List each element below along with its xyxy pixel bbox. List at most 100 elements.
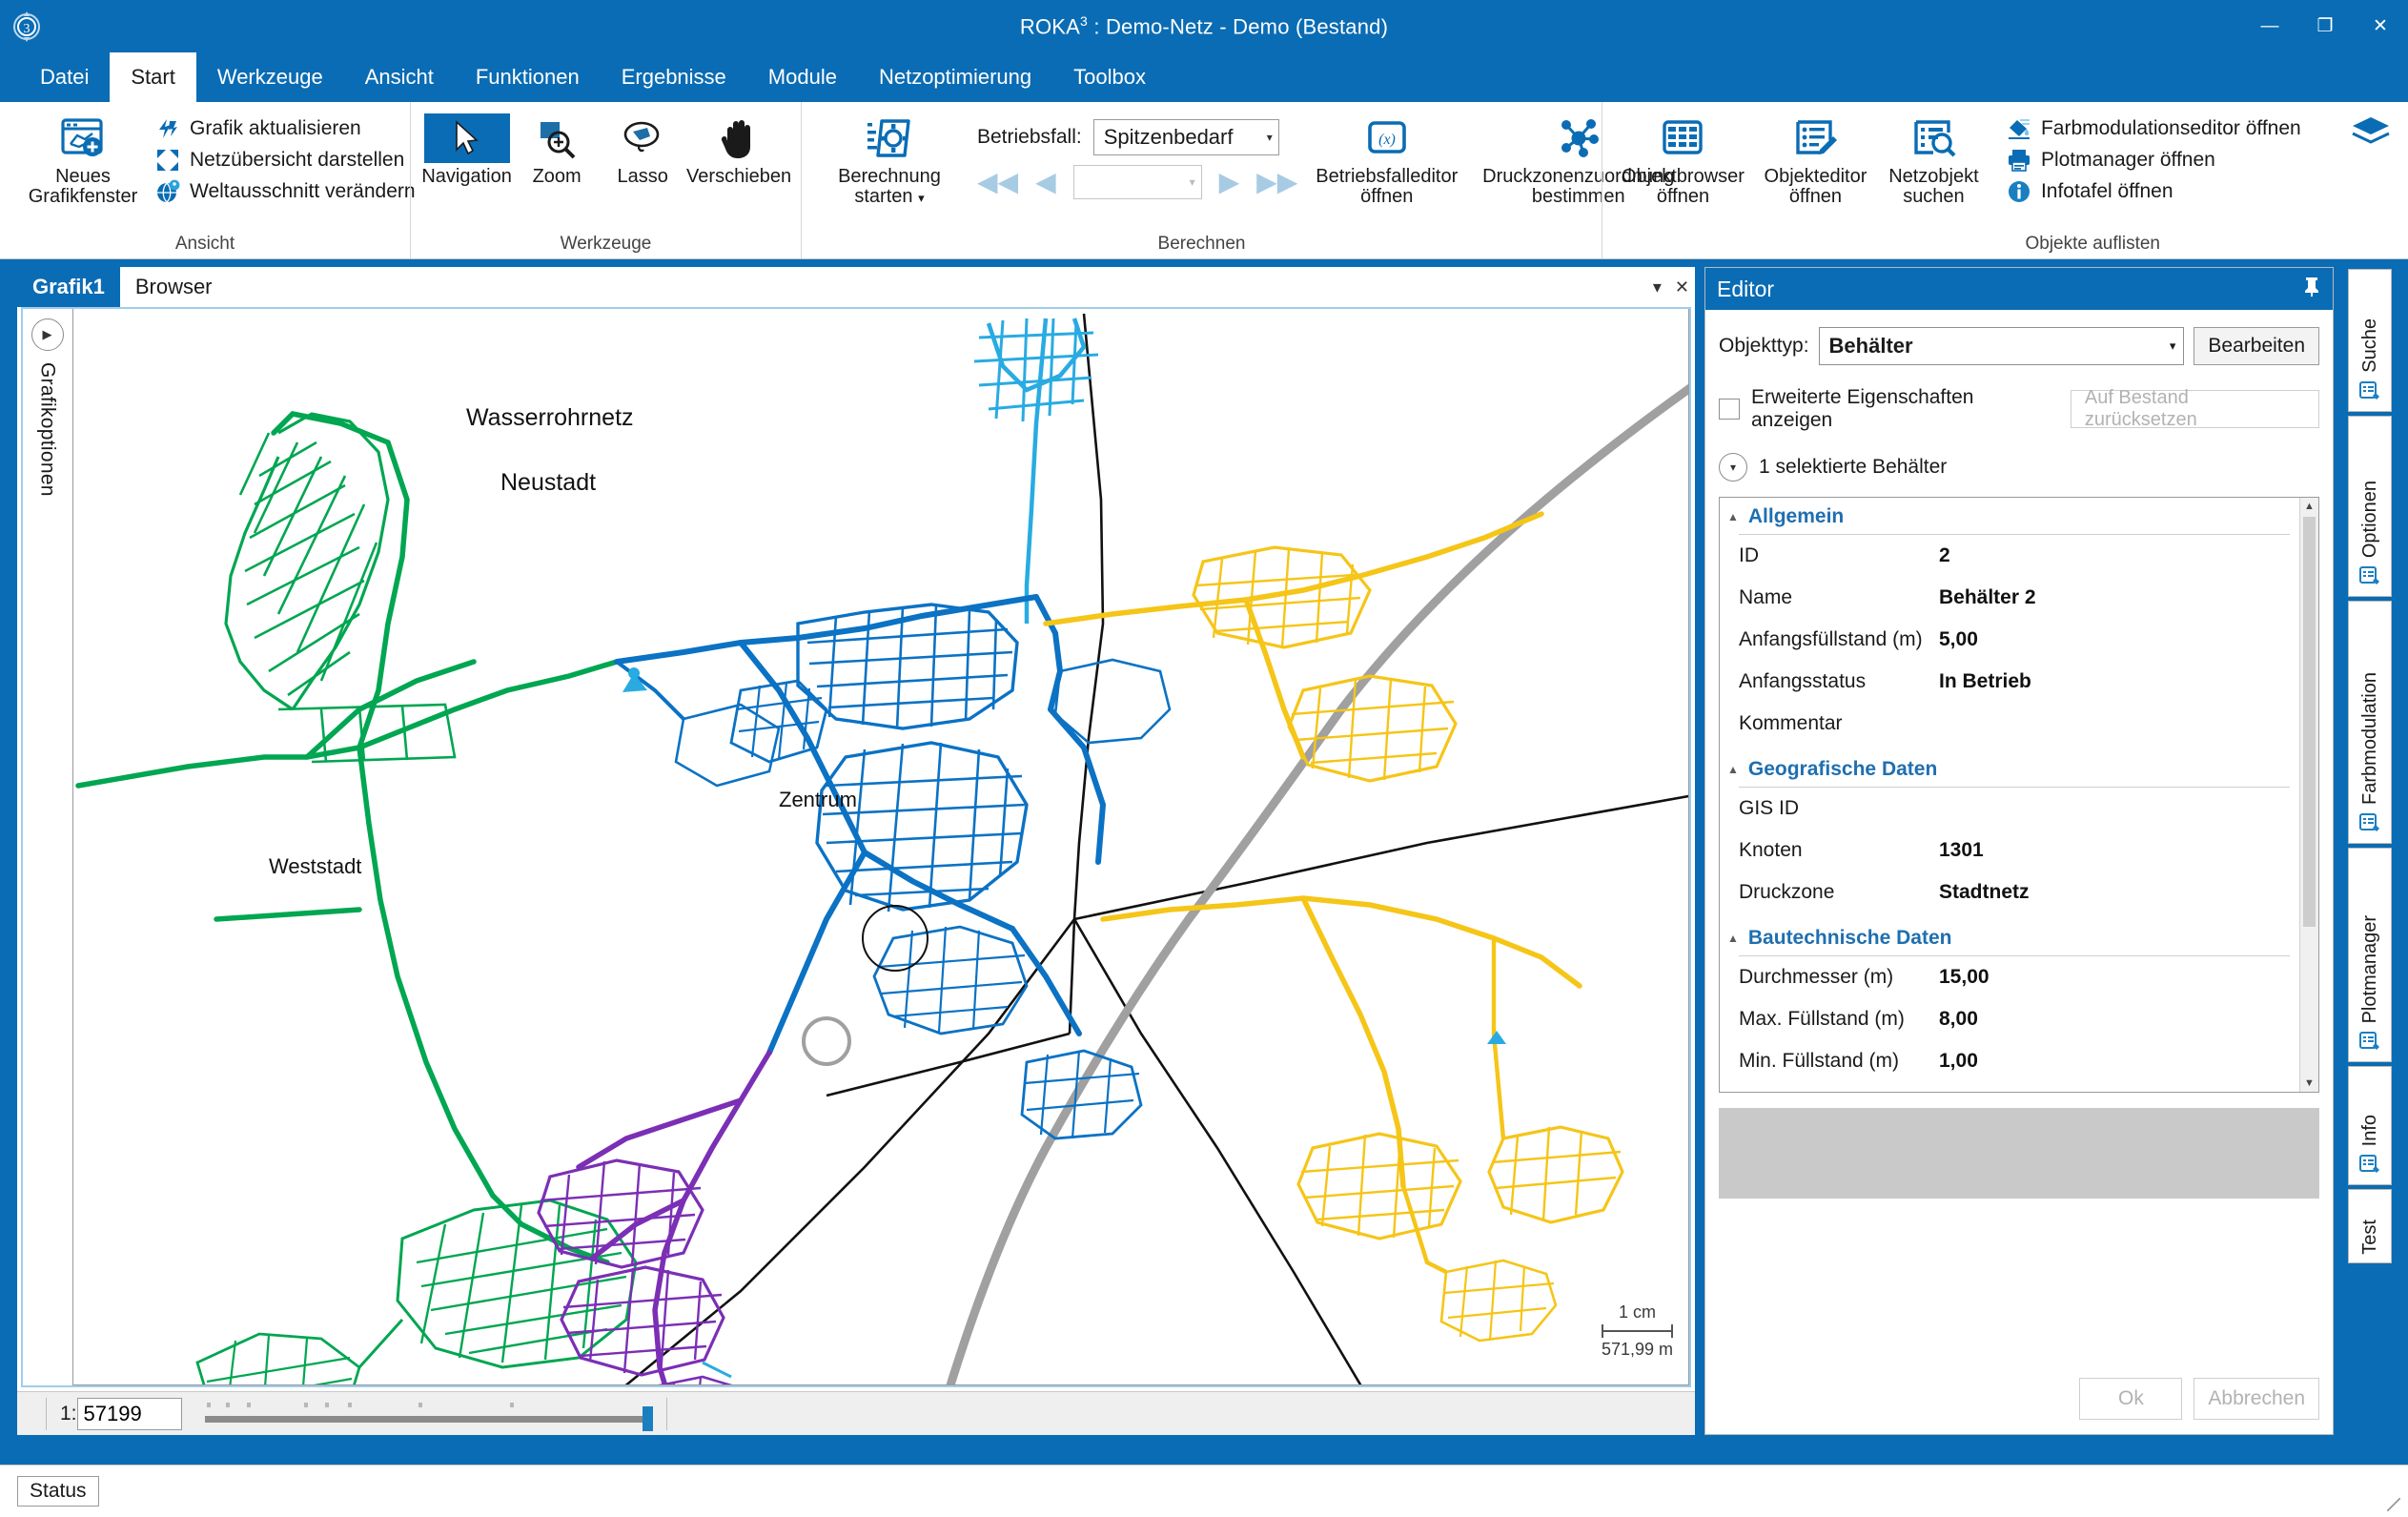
side-tab-plotmanager[interactable]: Plotmanager [2348, 848, 2392, 1062]
chevron-down-icon: ▾ [1190, 175, 1195, 189]
scroll-up-button[interactable]: ▲ [2300, 498, 2318, 515]
side-tab-test[interactable]: Test [2348, 1189, 2392, 1263]
property-row[interactable]: GIS ID [1739, 788, 2290, 830]
scroll-down-button[interactable]: ▼ [2300, 1075, 2318, 1092]
doc-tab-grafik1[interactable]: Grafik1 [17, 267, 120, 307]
next-step-button[interactable]: ▶ [1219, 169, 1240, 195]
reset-to-stock-button[interactable]: Auf Bestand zurücksetzen [2071, 390, 2319, 428]
property-row[interactable]: Max. Füllstand (m)8,00 [1739, 998, 2290, 1040]
objekte-commands: Farbmodulationseditor öffnen [2006, 110, 2301, 205]
side-tab-optionen[interactable]: Optionen [2348, 416, 2392, 597]
property-value: 5,00 [1939, 628, 1978, 651]
property-list[interactable]: ▲ Allgemein ID2 NameBehälter 2 Anfangsfü… [1719, 497, 2319, 1093]
graphic-options-rail[interactable]: ▶ Grafikoptionen [23, 309, 72, 1385]
open-object-browser-button[interactable]: Objektbrowser öffnen [1614, 110, 1752, 207]
property-group-header[interactable]: ▲ Allgemein [1720, 498, 2299, 534]
tool-zoom[interactable]: Zoom [517, 110, 597, 187]
property-key: Max. Füllstand (m) [1739, 1008, 1939, 1031]
editor-gray-tray [1719, 1108, 2319, 1199]
property-group-header[interactable]: ▲ Bautechnische Daten [1720, 919, 2299, 955]
objekttyp-select[interactable]: Behälter ▾ [1819, 327, 2185, 365]
property-row[interactable]: Min. Füllstand (m)1,00 [1739, 1040, 2290, 1082]
property-row[interactable]: AnfangsstatusIn Betrieb [1739, 661, 2290, 703]
prev-step-button[interactable]: ◀ [1035, 169, 1056, 195]
tab-module[interactable]: Module [747, 52, 858, 102]
first-step-button[interactable]: ◀◀ [977, 169, 1018, 195]
zoom-slider-thumb[interactable] [643, 1406, 653, 1431]
open-object-editor-button[interactable]: Objekteditor öffnen [1756, 110, 1875, 207]
open-plot-manager-button[interactable]: Plotmanager öffnen [2006, 147, 2301, 174]
change-world-extent-button[interactable]: Weltausschnitt verändern [154, 178, 416, 205]
tab-datei[interactable]: Datei [19, 52, 110, 102]
side-tab-label: Suche [2359, 318, 2381, 373]
property-row[interactable]: ID2 [1739, 535, 2290, 577]
cancel-button[interactable]: Abbrechen [2194, 1378, 2319, 1420]
zoom-slider[interactable] [205, 1397, 653, 1431]
tool-pan[interactable]: Verschieben [688, 110, 789, 187]
zoom-icon [535, 113, 579, 163]
tab-ansicht[interactable]: Ansicht [344, 52, 455, 102]
side-tab-suche[interactable]: Suche [2348, 269, 2392, 412]
minimize-button[interactable]: — [2242, 0, 2297, 52]
side-tab-info[interactable]: Info [2348, 1066, 2392, 1185]
property-row[interactable]: DruckzoneStadtnetz [1739, 871, 2290, 913]
divider [46, 1398, 47, 1430]
divider [666, 1398, 667, 1430]
zoom-slider-track[interactable] [205, 1416, 653, 1423]
property-row[interactable]: Knoten1301 [1739, 830, 2290, 871]
start-calculation-button[interactable]: Berechnung starten ▾ [813, 110, 966, 207]
map-canvas[interactable]: Wasserrohrnetz Neustadt Weststadt Zentru… [72, 309, 1689, 1385]
doc-tab-browser[interactable]: Browser [120, 267, 228, 307]
timestep-select[interactable]: ▾ [1073, 165, 1202, 199]
tool-lasso[interactable]: Lasso [602, 110, 683, 187]
close-button[interactable]: ✕ [2353, 0, 2408, 52]
property-row[interactable]: Durchmesser (m)15,00 [1739, 956, 2290, 998]
network-nodes-icon [1555, 113, 1602, 163]
open-betriebsfalleditor-button[interactable]: (x) Betriebsfalleditor öffnen [1303, 110, 1470, 207]
work-area: Grafik1 Browser ▾ ✕ ▶ Grafikoptionen [0, 259, 2408, 1465]
refresh-graphic-button[interactable]: Grafik aktualisieren [154, 115, 416, 142]
tab-ergebnisse[interactable]: Ergebnisse [601, 52, 747, 102]
open-info-panel-button[interactable]: Infotafel öffnen [2006, 178, 2301, 205]
tab-toolbox[interactable]: Toolbox [1052, 52, 1167, 102]
fit-network-button[interactable]: Netzübersicht darstellen [154, 147, 416, 174]
maximize-button[interactable]: ❐ [2297, 0, 2353, 52]
property-row[interactable]: Anfangsfüllstand (m)5,00 [1739, 619, 2290, 661]
betriebsfall-select[interactable]: Spitzenbedarf ▾ [1093, 119, 1279, 155]
resize-grip[interactable] [2387, 1498, 2400, 1511]
last-step-button[interactable]: ▶▶ [1256, 169, 1297, 195]
ok-button[interactable]: Ok [2079, 1378, 2182, 1420]
application-window: 3 ROKA3 : Demo-Netz - Demo (Bestand) — ❐… [0, 0, 2408, 1517]
property-row[interactable]: Kommentar [1739, 703, 2290, 745]
expand-graphic-options-button[interactable]: ▶ [31, 318, 64, 351]
property-list-scrollbar[interactable]: ▲ ▼ [2299, 498, 2318, 1092]
tab-netzoptimierung[interactable]: Netzoptimierung [858, 52, 1052, 102]
map-scale-top: 1 cm [1602, 1302, 1673, 1322]
tool-navigation[interactable]: Navigation [422, 110, 511, 187]
side-tab-farbmodulation[interactable]: Farbmodulation [2348, 601, 2392, 844]
advanced-properties-checkbox[interactable] [1719, 399, 1740, 420]
new-graphic-window-button[interactable]: Neues Grafikfenster [11, 110, 154, 207]
tab-werkzeuge[interactable]: Werkzeuge [196, 52, 344, 102]
scale-input[interactable] [77, 1398, 182, 1430]
close-icon[interactable]: ✕ [1675, 277, 1689, 297]
bearbeiten-button[interactable]: Bearbeiten [2194, 327, 2319, 365]
property-key: ID [1739, 544, 1939, 567]
ribbon-layers-icon[interactable] [2351, 113, 2391, 155]
pin-icon[interactable] [2302, 276, 2321, 302]
search-network-object-button[interactable]: Netzobjekt suchen [1879, 110, 1989, 207]
property-row[interactable]: Min. Volumen (m³) [1739, 1082, 2290, 1092]
advanced-properties-label: Erweiterte Eigenschaften anzeigen [1751, 386, 2059, 432]
open-betriebsfalleditor-label: Betriebsfalleditor öffnen [1316, 167, 1458, 207]
property-row[interactable]: NameBehälter 2 [1739, 577, 2290, 619]
tab-start[interactable]: Start [110, 52, 195, 102]
panel-icon [2357, 379, 2382, 403]
map-label-neustadt: Neustadt [500, 469, 596, 497]
chevron-down-icon[interactable]: ▾ [1653, 277, 1662, 297]
collapse-selection-button[interactable]: ▾ [1719, 453, 1747, 482]
open-betriebsfalleditor-label-1: Betriebsfalleditor [1316, 166, 1458, 187]
tab-funktionen[interactable]: Funktionen [455, 52, 601, 102]
scrollbar-thumb[interactable] [2303, 517, 2316, 927]
property-group-header[interactable]: ▲ Geografische Daten [1720, 750, 2299, 787]
open-color-modulation-editor-button[interactable]: Farbmodulationseditor öffnen [2006, 115, 2301, 142]
